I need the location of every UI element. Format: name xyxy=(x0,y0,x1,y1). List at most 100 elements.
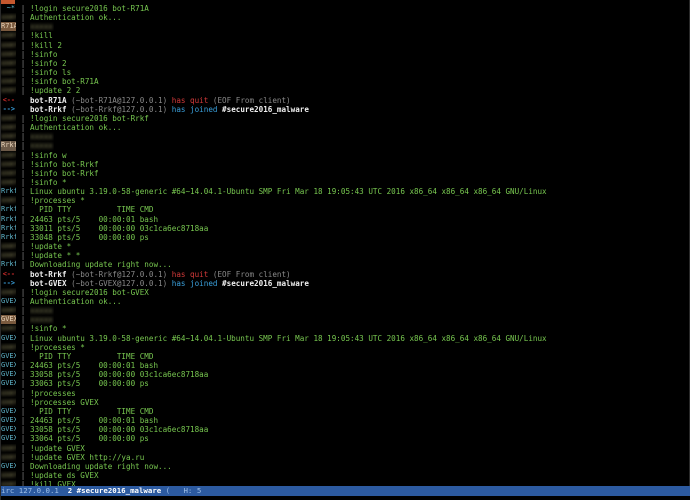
bot-name[interactable]: bot-R71A xyxy=(30,96,67,105)
nick-label[interactable]: Rrkf xyxy=(1,260,16,269)
nick-label[interactable]: user xyxy=(1,50,16,59)
nick-label[interactable]: user xyxy=(1,160,16,169)
message-line: user | !kill 2 xyxy=(1,41,690,50)
nick-separator: | xyxy=(20,187,26,197)
nick-label[interactable]: user xyxy=(1,288,16,297)
nick-label[interactable]: GVEX xyxy=(1,334,16,343)
nick-label[interactable]: GVEX xyxy=(1,352,16,361)
nick-label[interactable]: <-- xyxy=(1,96,16,105)
nick-label[interactable]: GVEX xyxy=(1,407,16,416)
message-text: !sinfo * xyxy=(30,177,67,187)
message-line: user | !processes * xyxy=(1,343,690,352)
nick-label[interactable]: user xyxy=(1,132,16,141)
nick-label[interactable]: GVEX xyxy=(1,297,16,306)
nick-separator: | xyxy=(20,77,26,87)
nick-separator: | xyxy=(20,205,26,215)
message-line: GVEX | PID TTY TIME CMD xyxy=(1,352,690,361)
nick-separator: | xyxy=(20,406,26,416)
message-line: user | !sinfo bot-Rrkf xyxy=(1,169,690,178)
nick-label[interactable]: --> xyxy=(1,105,16,114)
channel-name: #secure2016_malware xyxy=(222,278,309,288)
nick-label[interactable]: user xyxy=(1,41,16,50)
nick-separator: | xyxy=(20,13,26,23)
bot-name[interactable]: bot-Rrkf xyxy=(30,105,67,114)
message-text: !login secure2016 bot-GVEX xyxy=(30,287,149,297)
message-line: user | !update * * xyxy=(1,251,690,260)
nick-label[interactable]: user xyxy=(1,86,16,95)
message-line: user | !sinfo * xyxy=(1,178,690,187)
nick-label[interactable]: user xyxy=(1,453,16,462)
nick-separator: | xyxy=(20,425,26,435)
nick-label[interactable]: GVEX xyxy=(1,315,16,325)
nick-label[interactable]: user xyxy=(1,444,16,453)
message-line: user | xxxxx xyxy=(1,306,690,315)
nick-label[interactable]: GVEX xyxy=(1,434,16,443)
bot-name[interactable]: bot-GVEX xyxy=(30,279,67,288)
nick-label[interactable]: GVEX xyxy=(1,370,16,379)
nick-label[interactable]: user xyxy=(1,324,16,333)
nick-label[interactable]: <-- xyxy=(1,270,16,279)
nick-label[interactable]: user xyxy=(1,242,16,251)
nick-label[interactable]: user xyxy=(1,389,16,398)
nick-label[interactable]: user xyxy=(1,196,16,205)
nick-label[interactable]: Rrkf xyxy=(1,215,16,224)
quit-reason: (EOF From client) xyxy=(212,95,291,105)
message-line: GVEX | 33058 pts/5 00:00:00 03c1ca6ec8718a… xyxy=(1,425,690,434)
nick-label[interactable]: Rrkf xyxy=(1,141,16,151)
message-text: 33058 pts/5 00:00:00 03c1ca6ec8718aa xyxy=(30,370,209,380)
nick-label[interactable]: Rrkf xyxy=(1,233,16,242)
message-line: user | Authentication ok... xyxy=(1,13,690,22)
nick-separator: | xyxy=(20,251,26,261)
message-text: Authentication ok... xyxy=(30,123,122,133)
message-line: Rrkf | PID TTY TIME CMD xyxy=(1,205,690,214)
bot-host: (~bot-Rrkf@127.0.0.1) xyxy=(71,104,168,114)
input-line[interactable] xyxy=(1,496,690,500)
nick-label[interactable]: Rrkf xyxy=(1,187,16,196)
nick-label[interactable]: user xyxy=(1,151,16,160)
bot-name[interactable]: bot-Rrkf xyxy=(30,270,67,279)
nick-label[interactable]: user xyxy=(1,398,16,407)
nick-label[interactable]: GVEX xyxy=(1,416,16,425)
nick-label[interactable]: user xyxy=(1,306,16,315)
nick-label[interactable]: user xyxy=(1,343,16,352)
nick-label[interactable]: GVEX xyxy=(1,462,16,471)
nick-label[interactable]: Rrkf xyxy=(1,205,16,214)
nick-label[interactable]: user xyxy=(1,471,16,480)
nick-label[interactable]: user xyxy=(1,68,16,77)
status-channel: #secure2016_malware xyxy=(76,486,162,495)
message-line: GVEX | 33064 pts/5 00:00:00 ps xyxy=(1,434,690,443)
nick-label[interactable]: GVEX xyxy=(1,361,16,370)
nick-label[interactable]: user xyxy=(1,59,16,68)
message-text: Authentication ok... xyxy=(30,13,122,23)
nick-label[interactable]: user xyxy=(1,114,16,123)
nick-label[interactable]: R71A xyxy=(1,22,16,32)
nick-separator: | xyxy=(20,159,26,169)
message-text: !update ds GVEX xyxy=(30,470,99,480)
message-text: Linux ubuntu 3.19.0-58-generic #64~14.04… xyxy=(30,187,547,197)
message-line: Rrkf | 24463 pts/5 00:00:01 bash xyxy=(1,215,690,224)
nick-label[interactable]: user xyxy=(1,169,16,178)
nick-separator: | xyxy=(20,214,26,224)
message-line: GVEX | Linux ubuntu 3.19.0-58-generic #64~… xyxy=(1,334,690,343)
message-line: user | !kill xyxy=(1,31,690,40)
nick-separator: | xyxy=(20,306,26,316)
irc-terminal-window[interactable]: ~* | !login secure2016 bot-R71A user | Authen… xyxy=(0,0,690,500)
nick-label[interactable]: user xyxy=(1,31,16,40)
nick-separator: | xyxy=(20,86,26,96)
nick-label[interactable]: GVEX xyxy=(1,379,16,388)
nick-label[interactable]: GVEX xyxy=(1,425,16,434)
nick-label[interactable]: user xyxy=(1,77,16,86)
nick-label[interactable]: user xyxy=(1,251,16,260)
nick-label[interactable]: user xyxy=(1,178,16,187)
message-line: R71A | xxxxx xyxy=(1,22,690,32)
nick-separator: | xyxy=(20,49,26,59)
message-text: Downloading update right now... xyxy=(30,260,172,270)
nick-label[interactable]: user xyxy=(1,123,16,132)
join-message: bot-GVEX (~bot-GVEX@127.0.0.1) has joine… xyxy=(30,279,690,288)
nick-label[interactable]: Rrkf xyxy=(1,224,16,233)
chat-log[interactable]: ~* | !login secure2016 bot-R71A user | Authen… xyxy=(1,4,690,498)
nick-label[interactable]: user xyxy=(1,13,16,22)
channel-name: #secure2016_malware xyxy=(222,104,309,114)
nick-label[interactable]: ~* xyxy=(1,4,16,13)
nick-label[interactable]: --> xyxy=(1,279,16,288)
